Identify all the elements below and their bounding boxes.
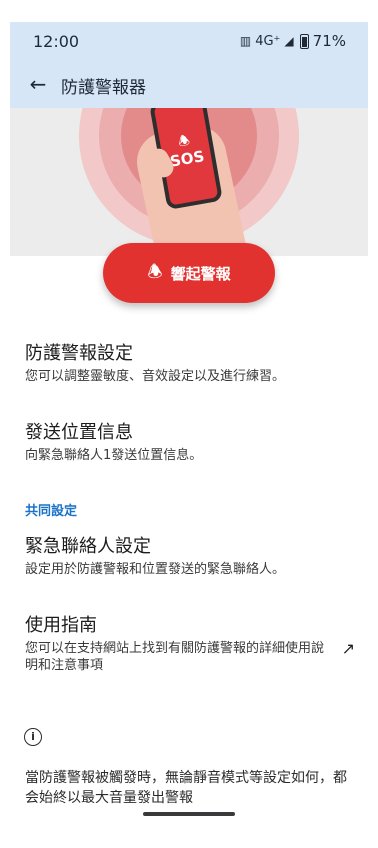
item-subtitle: 向緊急聯絡人1發送位置信息。 — [25, 448, 203, 463]
home-indicator[interactable] — [143, 812, 235, 816]
item-title: 防護警報設定 — [25, 343, 133, 364]
device-frame: 12:00 ▥ 4G⁺ ◢ 71% ← 防護警報器 🕭 SOS 🕭 響起警報 防… — [0, 0, 378, 848]
send-location-item[interactable]: 發送位置信息 向緊急聯絡人1發送位置信息。 — [25, 421, 355, 464]
alarm-settings-item[interactable]: 防護警報設定 您可以調整靈敏度、音效設定以及進行練習。 — [25, 342, 355, 385]
vibrate-icon: ▥ — [239, 34, 252, 48]
app-bar: ← 防護警報器 — [10, 62, 368, 108]
info-icon: i — [24, 728, 42, 746]
item-subtitle: 設定用於防護警報和位置發送的緊急聯絡人。 — [25, 562, 286, 577]
item-title: 發送位置信息 — [25, 422, 133, 443]
sound-alarm-button[interactable]: 🕭 響起警報 — [103, 243, 275, 303]
battery-icon — [299, 33, 309, 49]
info-text: 當防護警報被觸發時，無論靜音模式等設定如何，都会始終以最大音量發出警報 — [25, 770, 347, 806]
alarm-button-label: 響起警報 — [170, 264, 231, 283]
user-guide-item[interactable]: 使用指南 您可以在支持網站上找到有關防護警報的詳細使用說明和注意事項 — [25, 614, 325, 674]
page-title: 防護警報器 — [61, 78, 146, 98]
back-arrow-icon[interactable]: ← — [26, 72, 50, 96]
status-icons: ▥ 4G⁺ ◢ 71% — [240, 32, 346, 50]
open-external-icon[interactable]: ↗ — [342, 639, 355, 658]
status-time: 12:00 — [33, 32, 80, 51]
siren-icon: 🕭 — [147, 261, 163, 282]
battery-percent: 71% — [312, 32, 346, 50]
screen: 12:00 ▥ 4G⁺ ◢ 71% ← 防護警報器 🕭 SOS 🕭 響起警報 防… — [10, 22, 368, 840]
status-bar: 12:00 ▥ 4G⁺ ◢ 71% — [10, 22, 368, 62]
hero-illustration: 🕭 SOS — [10, 108, 368, 256]
item-subtitle: 您可以在支持網站上找到有關防護警報的詳細使用說明和注意事項 — [25, 641, 325, 673]
signal-icon: ◢ — [284, 34, 294, 48]
section-header-common: 共同設定 — [25, 504, 78, 519]
item-title: 使用指南 — [25, 615, 97, 636]
emergency-contacts-item[interactable]: 緊急聯絡人設定 設定用於防護警報和位置發送的緊急聯絡人。 — [25, 535, 355, 578]
item-subtitle: 您可以調整靈敏度、音效設定以及進行練習。 — [25, 369, 286, 384]
network-indicator: 4G⁺ — [255, 33, 281, 49]
item-title: 緊急聯絡人設定 — [25, 536, 151, 557]
